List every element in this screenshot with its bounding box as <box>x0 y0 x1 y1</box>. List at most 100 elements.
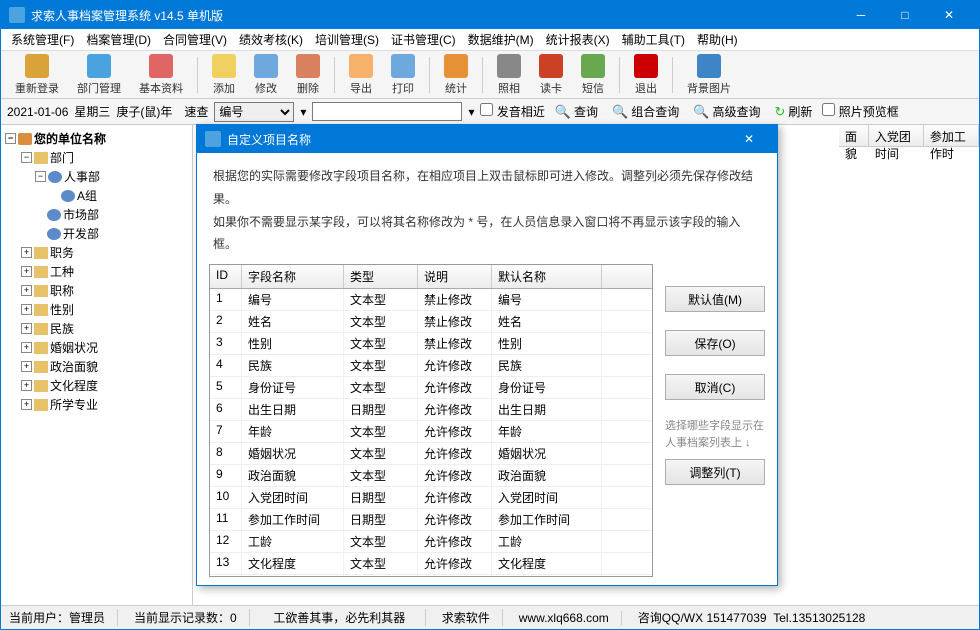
toolbar-修改[interactable]: 修改 <box>246 52 286 98</box>
query-button[interactable]: 🔍查询 <box>551 102 602 121</box>
tree-item[interactable]: +职务 <box>5 243 188 262</box>
menu-item[interactable]: 档案管理(D) <box>80 29 157 50</box>
tree-hr[interactable]: −人事部 <box>5 167 188 186</box>
maximize-button[interactable]: □ <box>883 1 927 29</box>
expand-icon[interactable]: + <box>21 285 32 296</box>
collapse-icon[interactable]: − <box>5 133 16 144</box>
tree-item[interactable]: +工种 <box>5 262 188 281</box>
table-row[interactable]: 13文化程度文本型允许修改文化程度 <box>210 553 652 575</box>
expand-icon[interactable]: + <box>21 323 32 334</box>
cell-fn: 出生日期 <box>242 399 344 420</box>
toolbar-读卡[interactable]: 读卡 <box>531 52 571 98</box>
close-button[interactable]: ✕ <box>927 1 971 29</box>
tree-item[interactable]: +婚姻状况 <box>5 338 188 357</box>
collapse-icon[interactable]: − <box>35 171 46 182</box>
cell-id: 13 <box>210 553 242 574</box>
menu-item[interactable]: 系统管理(F) <box>5 29 80 50</box>
col-default[interactable]: 默认名称 <box>492 265 602 288</box>
tree-dept[interactable]: −部门 <box>5 148 188 167</box>
tree-dev[interactable]: 开发部 <box>5 224 188 243</box>
col-type[interactable]: 类型 <box>344 265 418 288</box>
col-explain[interactable]: 说明 <box>418 265 492 288</box>
status-site[interactable]: www.xlq668.com <box>519 611 622 625</box>
toolbar-短信[interactable]: 短信 <box>573 52 613 98</box>
menu-item[interactable]: 数据维护(M) <box>462 29 540 50</box>
expand-icon[interactable]: + <box>21 304 32 315</box>
table-row[interactable]: 10入党团时间日期型允许修改入党团时间 <box>210 487 652 509</box>
toolbar-照相[interactable]: 照相 <box>489 52 529 98</box>
minimize-button[interactable]: ─ <box>839 1 883 29</box>
menu-item[interactable]: 帮助(H) <box>691 29 744 50</box>
table-row[interactable]: 8婚姻状况文本型允许修改婚姻状况 <box>210 443 652 465</box>
expand-icon[interactable]: + <box>21 380 32 391</box>
expand-icon[interactable]: + <box>21 399 32 410</box>
grid-col[interactable]: 入党团时间 <box>869 125 924 146</box>
toolbar-icon <box>87 54 111 78</box>
menu-item[interactable]: 绩效考核(K) <box>233 29 309 50</box>
tree-item[interactable]: +职称 <box>5 281 188 300</box>
search-input[interactable] <box>312 102 462 121</box>
cell-ex: 允许修改 <box>418 465 492 486</box>
tree-market[interactable]: 市场部 <box>5 205 188 224</box>
toolbar-重新登录[interactable]: 重新登录 <box>7 52 67 98</box>
table-row[interactable]: 7年龄文本型允许修改年龄 <box>210 421 652 443</box>
dialog-close-button[interactable]: ✕ <box>729 125 769 153</box>
col-field[interactable]: 字段名称 <box>242 265 344 288</box>
toolbar-删除[interactable]: 删除 <box>288 52 328 98</box>
dropdown-icon[interactable]: ▾ <box>468 105 474 119</box>
grid-col[interactable]: 面貌 <box>839 125 869 146</box>
menu-item[interactable]: 合同管理(V) <box>157 29 233 50</box>
tree-item[interactable]: +政治面貌 <box>5 357 188 376</box>
toolbar-导出[interactable]: 导出 <box>341 52 381 98</box>
expand-icon[interactable]: + <box>21 342 32 353</box>
table-row[interactable]: 12工龄文本型允许修改工龄 <box>210 531 652 553</box>
menu-item[interactable]: 辅助工具(T) <box>616 29 691 50</box>
grid-col[interactable]: 参加工作时 <box>924 125 979 146</box>
cell-fn: 政治面貌 <box>242 465 344 486</box>
toolbar-部门管理[interactable]: 部门管理 <box>69 52 129 98</box>
table-row[interactable]: 11参加工作时间日期型允许修改参加工作时间 <box>210 509 652 531</box>
table-row[interactable]: 14所学专业文本型允许修改所学专业 <box>210 575 652 576</box>
toolbar-基本资料[interactable]: 基本资料 <box>131 52 191 98</box>
cell-id: 8 <box>210 443 242 464</box>
advanced-query-button[interactable]: 🔍高级查询 <box>689 102 764 121</box>
menu-item[interactable]: 统计报表(X) <box>540 29 616 50</box>
phonetic-checkbox[interactable]: 发音相近 <box>480 103 544 120</box>
expand-icon[interactable]: + <box>21 247 32 258</box>
field-select[interactable]: 编号 <box>214 102 294 122</box>
cell-fn: 入党团时间 <box>242 487 344 508</box>
adjust-columns-button[interactable]: 调整列(T) <box>665 459 765 485</box>
col-id[interactable]: ID <box>210 265 242 288</box>
combine-query-button[interactable]: 🔍组合查询 <box>608 102 683 121</box>
tree-item[interactable]: +所学专业 <box>5 395 188 414</box>
cancel-button[interactable]: 取消(C) <box>665 374 765 400</box>
refresh-button[interactable]: ↻刷新 <box>770 102 816 121</box>
tree-groupa[interactable]: A组 <box>5 186 188 205</box>
table-row[interactable]: 2姓名文本型禁止修改姓名 <box>210 311 652 333</box>
table-row[interactable]: 3性别文本型禁止修改性别 <box>210 333 652 355</box>
table-row[interactable]: 6出生日期日期型允许修改出生日期 <box>210 399 652 421</box>
fields-grid[interactable]: ID 字段名称 类型 说明 默认名称 1编号文本型禁止修改编号2姓名文本型禁止修… <box>209 264 653 577</box>
toolbar-退出[interactable]: 退出 <box>626 52 666 98</box>
toolbar-背景图片[interactable]: 背景图片 <box>679 52 739 98</box>
dropdown-icon[interactable]: ▾ <box>300 105 306 119</box>
tree-item[interactable]: +性别 <box>5 300 188 319</box>
menu-item[interactable]: 证书管理(C) <box>385 29 462 50</box>
menu-item[interactable]: 培训管理(S) <box>309 29 385 50</box>
collapse-icon[interactable]: − <box>21 152 32 163</box>
save-button[interactable]: 保存(O) <box>665 330 765 356</box>
table-row[interactable]: 4民族文本型允许修改民族 <box>210 355 652 377</box>
tree-item[interactable]: +文化程度 <box>5 376 188 395</box>
default-button[interactable]: 默认值(M) <box>665 286 765 312</box>
toolbar-统计[interactable]: 统计 <box>436 52 476 98</box>
table-row[interactable]: 1编号文本型禁止修改编号 <box>210 289 652 311</box>
tree-root[interactable]: −您的单位名称 <box>5 129 188 148</box>
table-row[interactable]: 5身份证号文本型允许修改身份证号 <box>210 377 652 399</box>
photo-preview-checkbox[interactable]: 照片预览框 <box>822 103 898 120</box>
toolbar-打印[interactable]: 打印 <box>383 52 423 98</box>
tree-item[interactable]: +民族 <box>5 319 188 338</box>
table-row[interactable]: 9政治面貌文本型允许修改政治面貌 <box>210 465 652 487</box>
expand-icon[interactable]: + <box>21 361 32 372</box>
expand-icon[interactable]: + <box>21 266 32 277</box>
toolbar-添加[interactable]: 添加 <box>204 52 244 98</box>
